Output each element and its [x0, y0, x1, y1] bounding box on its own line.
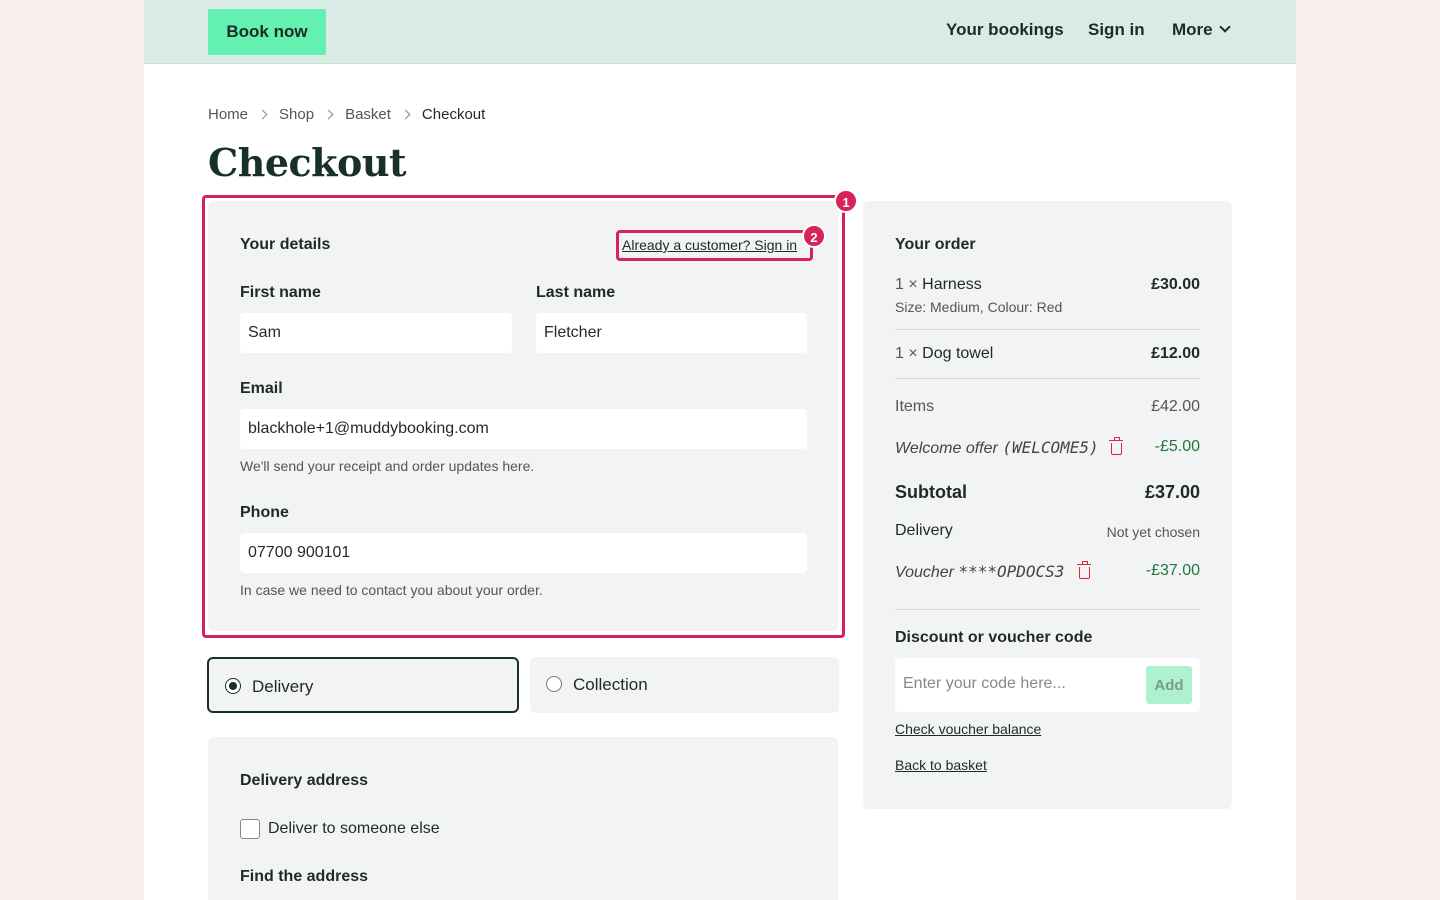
voucher-label: Voucher	[895, 564, 954, 581]
offer-code: (WELCOME5)	[1002, 438, 1099, 457]
delivery-option-label: Delivery	[252, 677, 314, 696]
voucher-code-input[interactable]: Enter your code here... Add	[895, 658, 1200, 712]
back-to-basket-link[interactable]: Back to basket	[895, 757, 987, 773]
breadcrumb-basket[interactable]: Basket	[345, 106, 391, 123]
phone-field[interactable]: 07700 900101	[240, 533, 807, 573]
item-name: Dog towel	[922, 345, 994, 362]
item-price: £12.00	[1151, 345, 1200, 362]
voucher-code-placeholder: Enter your code here...	[903, 675, 1066, 692]
item-qty: 1 ×	[895, 345, 918, 362]
first-name-label: First name	[240, 284, 321, 301]
delivery-row: Delivery Not yet chosen	[895, 522, 1200, 540]
items-total: £42.00	[1151, 398, 1200, 415]
remove-voucher-trash-icon[interactable]	[1076, 560, 1091, 579]
item-price: £30.00	[1151, 276, 1200, 293]
order-item-harness: 1 × Harness £30.00	[895, 276, 1200, 294]
discount-title: Discount or voucher code	[895, 629, 1093, 646]
highlight-box-2	[616, 230, 813, 261]
collection-radio[interactable]	[546, 676, 562, 692]
order-item-dog-towel: 1 × Dog towel £12.00	[895, 345, 1200, 363]
voucher-code: ****OPDOCS3	[958, 562, 1065, 581]
subtotal-value: £37.00	[1144, 482, 1200, 502]
welcome-offer-row: Welcome offer (WELCOME5) -£5.00	[895, 436, 1200, 458]
delivery-option[interactable]: Delivery	[207, 657, 519, 713]
breadcrumb-shop[interactable]: Shop	[279, 106, 314, 123]
subtotal-row: Subtotal £37.00	[895, 482, 1200, 503]
item-options: Size: Medium, Colour: Red	[895, 299, 1063, 315]
delivery-label: Delivery	[895, 522, 953, 539]
nav-more-label: More	[1172, 20, 1213, 39]
find-address-label: Find the address	[240, 868, 369, 885]
divider	[895, 378, 1200, 379]
chevron-down-icon	[1218, 21, 1231, 33]
collection-option[interactable]: Collection	[530, 657, 839, 713]
your-details-title: Your details	[240, 236, 331, 253]
nav-more[interactable]: More	[1172, 20, 1231, 40]
last-name-field[interactable]: Fletcher	[536, 313, 807, 353]
items-total-row: Items £42.00	[895, 398, 1200, 416]
breadcrumb: Home Shop Basket Checkout	[208, 106, 485, 123]
chevron-right-icon	[257, 109, 268, 120]
annotation-badge-1: 1	[834, 189, 858, 213]
offer-label: Welcome offer	[895, 440, 998, 457]
deliver-someone-else-label: Deliver to someone else	[268, 820, 440, 837]
voucher-row: Voucher ****OPDOCS3 -£37.00	[895, 560, 1200, 582]
book-now-button[interactable]: Book now	[208, 9, 326, 55]
items-label: Items	[895, 398, 935, 415]
chevron-right-icon	[400, 109, 411, 120]
phone-help-text: In case we need to contact you about you…	[240, 582, 543, 598]
subtotal-label: Subtotal	[895, 482, 967, 502]
divider	[895, 609, 1200, 610]
item-name: Harness	[922, 276, 982, 293]
order-title: Your order	[895, 236, 976, 253]
page-title: Checkout	[208, 140, 407, 185]
voucher-value: -£37.00	[1145, 562, 1200, 579]
last-name-label: Last name	[536, 284, 616, 301]
delivery-radio[interactable]	[225, 678, 241, 694]
add-code-button[interactable]: Add	[1146, 666, 1192, 704]
phone-label: Phone	[240, 504, 289, 521]
breadcrumb-home[interactable]: Home	[208, 106, 248, 123]
breadcrumb-current: Checkout	[421, 106, 486, 123]
annotation-badge-2: 2	[802, 224, 826, 248]
nav-sign-in[interactable]: Sign in	[1088, 20, 1145, 40]
offer-value: -£5.00	[1154, 438, 1200, 455]
collection-option-label: Collection	[573, 675, 648, 694]
delivery-address-title: Delivery address	[240, 772, 369, 789]
nav-your-bookings[interactable]: Your bookings	[946, 20, 1064, 40]
deliver-someone-else-checkbox[interactable]	[240, 819, 260, 839]
divider	[895, 329, 1200, 330]
check-voucher-balance-link[interactable]: Check voucher balance	[895, 721, 1041, 737]
email-label: Email	[240, 380, 283, 397]
delivery-value: Not yet chosen	[1106, 524, 1200, 540]
item-qty: 1 ×	[895, 276, 918, 293]
remove-offer-trash-icon[interactable]	[1109, 436, 1124, 455]
first-name-field[interactable]: Sam	[240, 313, 512, 353]
top-nav: Book now Your bookings Sign in More	[144, 0, 1296, 64]
email-help-text: We'll send your receipt and order update…	[240, 458, 535, 474]
chevron-right-icon	[323, 109, 334, 120]
email-field[interactable]: blackhole+1@muddybooking.com	[240, 409, 807, 449]
